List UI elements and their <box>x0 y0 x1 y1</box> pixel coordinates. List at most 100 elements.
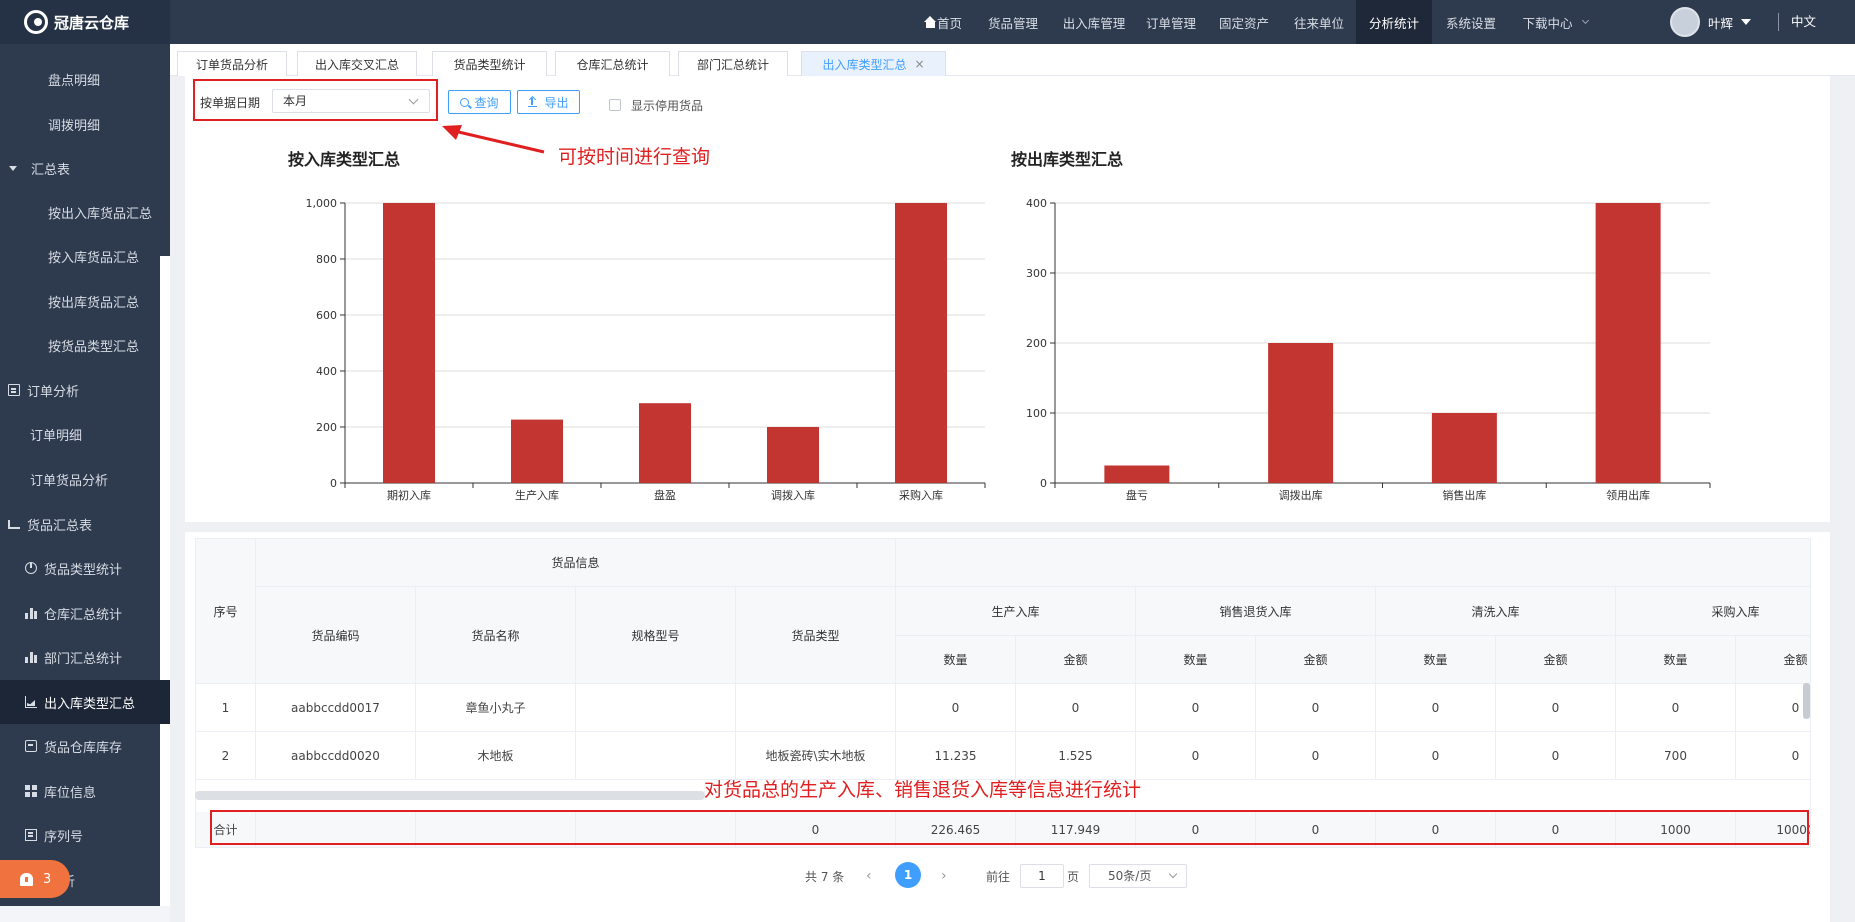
alert-badge[interactable]: 3 <box>0 860 70 898</box>
sidebar-item-15[interactable]: 货品仓库库存 <box>25 724 122 768</box>
tab-0[interactable]: 订单货品分析 <box>177 51 287 76</box>
tab-2[interactable]: 货品类型统计 <box>432 51 547 76</box>
sidebar-item-label: 汇总表 <box>31 162 71 178</box>
sidebar-item-3[interactable]: 按出入库货品汇总 <box>48 190 152 234</box>
nav-item-6[interactable]: 分析统计 <box>1356 0 1432 44</box>
next-page-icon[interactable]: › <box>941 868 947 884</box>
column-group-header: 生产入库 <box>896 587 1136 636</box>
outbound-bar-chart: 0 100 200 300 400 盘亏 调拨出库 销售出库 领用出库 <box>1026 197 1711 502</box>
x-tick-label: 期初入库 <box>387 488 431 502</box>
main-nav: 首页 货品管理 出入库管理 订单管理 固定资产 往来单位 分析统计 系统设置 下载中心 <box>912 0 1600 44</box>
sidebar-item-4[interactable]: 按入库货品汇总 <box>48 234 139 278</box>
app-logo[interactable]: 冠唐云仓库 <box>0 0 170 44</box>
chevron-down-icon <box>1168 869 1178 879</box>
sidebar-item-label: 订单明细 <box>30 428 83 444</box>
bar <box>1431 413 1497 483</box>
table-vertical-scrollbar[interactable] <box>1803 683 1810 719</box>
sidebar-item-12[interactable]: 仓库汇总统计 <box>25 591 122 635</box>
table-cell: 0 <box>1496 684 1616 732</box>
arrow-line <box>449 128 545 154</box>
grid-icon <box>25 785 37 797</box>
nav-item-3[interactable]: 订单管理 <box>1136 0 1206 44</box>
sidebar-item-10[interactable]: 货品汇总表 <box>8 502 92 546</box>
prev-page-icon[interactable]: ‹ <box>866 868 872 884</box>
table-cell: 0 <box>1616 684 1736 732</box>
table-cell <box>576 684 736 732</box>
sidebar-item-17[interactable]: 序列号 <box>25 813 83 857</box>
goto-page-input[interactable]: 1 <box>1020 864 1064 888</box>
nav-item-label: 下载中心 <box>1522 15 1573 31</box>
sidebar-item-7[interactable]: 订单分析 <box>8 368 79 412</box>
sidebar-item-label: 按出入库货品汇总 <box>48 206 153 222</box>
nav-item-5[interactable]: 往来单位 <box>1282 0 1356 44</box>
sidebar-item-11[interactable]: 货品类型统计 <box>25 546 122 590</box>
table-cell <box>576 732 736 780</box>
sidebar-item-14[interactable]: 出入库类型汇总 <box>0 680 170 724</box>
show-disabled-checkbox[interactable] <box>609 99 621 111</box>
sidebar-item-2[interactable]: 汇总表 <box>9 146 70 190</box>
export-button[interactable]: 导出 <box>517 90 580 114</box>
sidebar-scrollbar[interactable] <box>160 256 170 922</box>
x-tick-label: 领用出库 <box>1606 488 1650 502</box>
table-horizontal-scrollbar[interactable] <box>195 791 705 800</box>
sidebar-item-8[interactable]: 订单明细 <box>30 412 82 456</box>
sidebar-item-1[interactable]: 调拨明细 <box>48 102 100 146</box>
column-header-amount: 金额 <box>1736 636 1810 684</box>
sidebar-item-label: 按入库货品汇总 <box>48 250 140 266</box>
nav-item-0[interactable]: 首页 <box>912 0 974 44</box>
language-switch[interactable]: 中文 <box>1778 13 1816 31</box>
table-cell: 1.525 <box>1016 732 1136 780</box>
column-header-amount: 金额 <box>1016 636 1136 684</box>
nav-item-2[interactable]: 出入库管理 <box>1052 0 1136 44</box>
nav-item-1[interactable]: 货品管理 <box>974 0 1052 44</box>
home-icon <box>924 16 936 28</box>
tab-1[interactable]: 出入库交叉汇总 <box>297 51 417 76</box>
nav-item-label: 固定资产 <box>1218 15 1269 31</box>
user-menu[interactable]: 叶辉 <box>1670 0 1752 44</box>
goto-label: 前往 <box>986 870 1011 884</box>
y-tick-label: 300 <box>1026 267 1047 280</box>
sidebar-item-0[interactable]: 盘点明细 <box>48 57 100 101</box>
y-tick-label: 800 <box>316 253 337 266</box>
tab-3[interactable]: 仓库汇总统计 <box>555 51 670 76</box>
nav-item-7[interactable]: 系统设置 <box>1432 0 1510 44</box>
tab-5[interactable]: 出入库类型汇总 × <box>801 51 946 76</box>
table-cell: 0 <box>1256 684 1376 732</box>
close-icon[interactable]: × <box>914 57 924 71</box>
nav-item-label: 系统设置 <box>1445 15 1496 31</box>
page-size-select[interactable]: 50条/页 <box>1089 864 1187 888</box>
nav-item-4[interactable]: 固定资产 <box>1206 0 1282 44</box>
sidebar-item-9[interactable]: 订单货品分析 <box>30 457 108 501</box>
bar <box>511 419 563 483</box>
table-cell: aabbccdd0017 <box>256 684 416 732</box>
sidebar-item-13[interactable]: 部门汇总统计 <box>25 635 122 679</box>
bar <box>639 403 691 483</box>
query-button[interactable]: 查询 <box>448 90 511 114</box>
user-name: 叶辉 <box>1708 15 1734 31</box>
top-navbar: 冠唐云仓库 首页 货品管理 出入库管理 订单管理 固定资产 往来单位 分析统计 系统设置 下载中… <box>0 0 1855 44</box>
bar <box>895 203 947 483</box>
sidebar-item-6[interactable]: 按货品类型汇总 <box>48 323 139 367</box>
sidebar-item-label: 仓库汇总统计 <box>44 607 123 623</box>
annotation-arrow <box>442 125 545 154</box>
document-icon <box>8 384 20 396</box>
column-header: 货品编码 <box>256 587 416 684</box>
column-group-header-empty <box>896 539 1810 587</box>
bar-chart-icon <box>25 607 37 619</box>
avatar <box>1670 7 1700 37</box>
column-header: 规格型号 <box>576 587 736 684</box>
tab-4[interactable]: 部门汇总统计 <box>678 51 788 76</box>
sidebar-item-16[interactable]: 库位信息 <box>25 769 96 813</box>
x-tick-label: 盘亏 <box>1126 488 1148 502</box>
table-cell: 0 <box>1256 732 1376 780</box>
table-cell <box>736 684 896 732</box>
y-tick-label: 400 <box>1026 197 1047 210</box>
current-page[interactable]: 1 <box>895 862 921 888</box>
nav-item-8[interactable]: 下载中心 <box>1510 0 1600 44</box>
show-disabled-label: 显示停用货品 <box>631 99 704 113</box>
table-cell: 0 <box>1376 684 1496 732</box>
table-cell: 2 <box>196 732 256 780</box>
sidebar-item-label: 订单分析 <box>27 384 80 400</box>
sidebar-item-5[interactable]: 按出库货品汇总 <box>48 279 139 323</box>
tab-label: 出入库交叉汇总 <box>314 57 399 72</box>
